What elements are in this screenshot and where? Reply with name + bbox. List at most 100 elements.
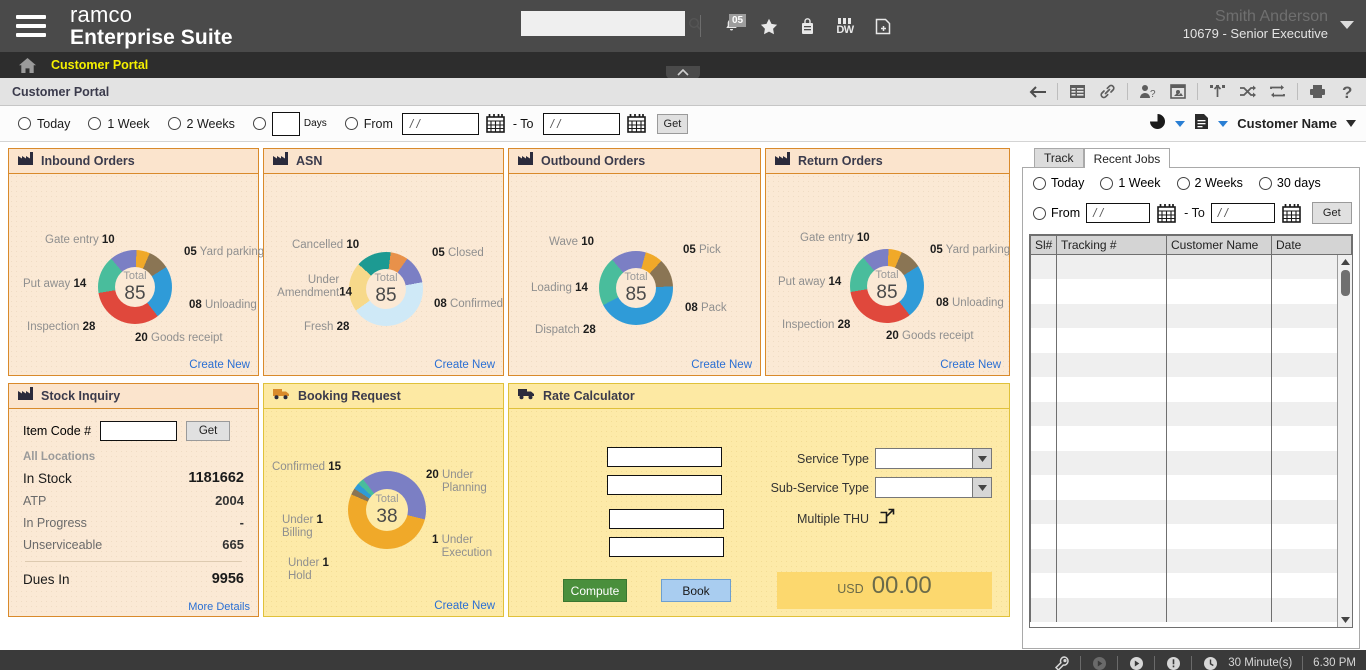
link-icon[interactable] (1097, 81, 1118, 102)
donut-label-unloading[interactable]: 08 Unloading (936, 297, 1004, 309)
donut-label-under-execution[interactable]: 1 UnderExecution (432, 534, 492, 559)
basket-icon[interactable] (795, 13, 819, 39)
donut-label-fresh[interactable]: Fresh 28 (304, 321, 349, 333)
global-search[interactable] (521, 11, 685, 36)
thu-id-input[interactable] (609, 509, 724, 529)
more-details-link[interactable]: More Details (188, 601, 250, 613)
donut-label-under-amendment[interactable]: UnderAmendment 14 (272, 274, 352, 299)
create-new-link[interactable]: Create New (434, 600, 495, 612)
donut-label-goods-receipt[interactable]: 20 Goods receipt (135, 332, 223, 344)
days-input[interactable] (272, 112, 300, 136)
get-button[interactable]: Get (657, 114, 689, 134)
help-icon[interactable]: ? (1337, 81, 1358, 102)
scroll-down-icon[interactable] (1338, 613, 1353, 627)
donut-label-pack[interactable]: 08 Pack (685, 302, 727, 314)
repeat-icon[interactable] (1267, 81, 1288, 102)
table-row[interactable] (1031, 255, 1352, 280)
rj-radio-1-week[interactable]: 1 Week (1100, 176, 1160, 190)
calendar-icon[interactable] (1157, 203, 1176, 224)
rj-radio-from[interactable]: From (1033, 206, 1080, 220)
donut-label-under-hold[interactable]: UnderHold 1 (288, 557, 329, 582)
table-row[interactable] (1031, 598, 1352, 623)
donut-label-wave[interactable]: Wave 10 (549, 236, 594, 248)
donut-label-under-billing[interactable]: UnderBilling 1 (282, 514, 323, 539)
back-arrow-icon[interactable] (1027, 81, 1048, 102)
table-vertical-scrollbar[interactable] (1337, 255, 1352, 627)
col-sl[interactable]: Sl# (1031, 236, 1057, 255)
table-row[interactable] (1031, 426, 1352, 451)
donut-label-dispatch[interactable]: Dispatch 28 (535, 324, 596, 336)
radio-1-week[interactable]: 1 Week (88, 117, 149, 131)
donut-label-unloading[interactable]: 08 Unloading (189, 299, 257, 311)
donut-label-yard-parking[interactable]: 05 Yard parking (184, 246, 264, 258)
report-document-icon[interactable] (1194, 113, 1209, 135)
col-tracking[interactable]: Tracking # (1057, 236, 1167, 255)
scrollbar-thumb[interactable] (1341, 270, 1350, 296)
table-row[interactable] (1031, 353, 1352, 378)
calendar-icon[interactable] (1282, 203, 1301, 224)
col-date[interactable]: Date (1272, 236, 1352, 255)
radio-2-weeks[interactable]: 2 Weeks (168, 117, 235, 131)
table-row[interactable] (1031, 328, 1352, 353)
user-menu[interactable]: Smith Anderson 10679 - Senior Executive (1183, 8, 1354, 42)
create-new-link[interactable]: Create New (434, 359, 495, 371)
rj-to-date-input[interactable]: / / (1211, 203, 1275, 223)
create-new-link[interactable]: Create New (691, 359, 752, 371)
table-row[interactable] (1031, 402, 1352, 427)
table-row[interactable] (1031, 279, 1352, 304)
table-row[interactable] (1031, 451, 1352, 476)
favorites-star-icon[interactable] (757, 13, 781, 39)
chevron-down-icon[interactable] (1346, 120, 1356, 127)
search-input[interactable] (521, 17, 688, 31)
quantity-input[interactable] (609, 537, 724, 557)
donut-label-under-planning[interactable]: 20 UnderPlanning (426, 469, 487, 494)
donut-label-confirmed[interactable]: 08 Confirmed (434, 298, 503, 310)
play-disabled-icon[interactable] (1091, 655, 1107, 670)
rj-from-date-input[interactable]: / / (1086, 203, 1150, 223)
table-row[interactable] (1031, 475, 1352, 500)
chevron-down-icon[interactable] (1218, 121, 1228, 127)
ship-to-input[interactable] (607, 475, 722, 495)
table-row[interactable] (1031, 304, 1352, 329)
item-code-input[interactable] (100, 421, 177, 441)
tab-track[interactable]: Track (1034, 148, 1084, 167)
table-row[interactable] (1031, 377, 1352, 402)
table-row[interactable] (1031, 549, 1352, 574)
create-new-link[interactable]: Create New (940, 359, 1001, 371)
radio-today[interactable]: Today (18, 117, 70, 131)
donut-label-goods-receipt[interactable]: 20 Goods receipt (886, 330, 974, 342)
donut-label-confirmed[interactable]: Confirmed 15 (272, 461, 341, 473)
calendar-icon[interactable] (627, 113, 646, 134)
rj-radio-today[interactable]: Today (1033, 176, 1084, 190)
col-customer-name[interactable]: Customer Name (1167, 236, 1272, 255)
notification-bell-icon[interactable]: 05 (719, 13, 743, 39)
shuffle-icon[interactable] (1237, 81, 1258, 102)
create-new-link[interactable]: Create New (189, 359, 250, 371)
donut-label-put-away[interactable]: Put away 14 (778, 276, 841, 288)
table-row[interactable] (1031, 500, 1352, 525)
hamburger-menu-icon[interactable] (0, 15, 62, 37)
scroll-up-icon[interactable] (1338, 255, 1352, 269)
chevron-down-icon[interactable] (1340, 21, 1354, 29)
donut-label-cancelled[interactable]: Cancelled 10 (292, 239, 359, 251)
donut-label-gate-entry[interactable]: Gate entry 10 (800, 232, 870, 244)
donut-label-yard-parking[interactable]: 05 Yard parking (930, 244, 1010, 256)
donut-label-put-away[interactable]: Put away 14 (23, 278, 86, 290)
from-date-input[interactable]: / / (402, 113, 479, 135)
radio-days[interactable] (253, 117, 266, 130)
to-date-input[interactable]: / / (543, 113, 620, 135)
table-row[interactable] (1031, 524, 1352, 549)
rj-radio-2-weeks[interactable]: 2 Weeks (1177, 176, 1243, 190)
upload-tree-icon[interactable] (1207, 81, 1228, 102)
external-link-icon[interactable] (879, 508, 895, 529)
sub-service-type-select[interactable] (875, 477, 992, 498)
book-button[interactable]: Book (661, 579, 731, 602)
radio-from[interactable]: From (345, 117, 393, 131)
calendar-icon[interactable] (486, 113, 505, 134)
rj-get-button[interactable]: Get (1312, 202, 1352, 224)
donut-label-loading[interactable]: Loading 14 (531, 282, 588, 294)
dw-icon[interactable]: DW (833, 13, 857, 39)
donut-label-inspection[interactable]: Inspection 28 (782, 319, 850, 331)
wrench-icon[interactable] (1054, 655, 1070, 670)
info-icon[interactable] (1165, 655, 1181, 670)
